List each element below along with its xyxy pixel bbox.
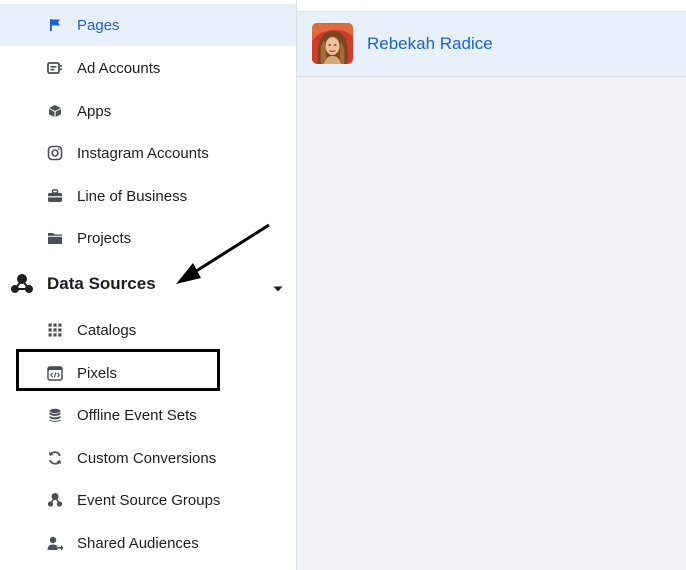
sidebar-item-label: Custom Conversions [77, 449, 217, 467]
data-sources-icon [10, 273, 34, 295]
instagram-icon [46, 144, 64, 162]
sidebar-item-projects[interactable]: Projects [0, 217, 296, 259]
section-label: Data Sources [47, 274, 156, 293]
sidebar-item-pixels[interactable]: Pixels [0, 352, 296, 394]
sidebar-item-instagram-accounts[interactable]: Instagram Accounts [0, 132, 296, 174]
caret-down-icon[interactable] [272, 280, 284, 292]
database-icon [46, 406, 64, 424]
account-name: Rebekah Radice [367, 34, 493, 53]
flag-icon [46, 16, 64, 34]
sidebar-item-offline-event-sets[interactable]: Offline Event Sets [0, 394, 296, 436]
cube-icon [46, 102, 64, 120]
sidebar-item-label: Ad Accounts [77, 59, 161, 77]
sidebar-item-label: Offline Event Sets [77, 406, 197, 424]
sidebar-item-label: Shared Audiences [77, 534, 199, 552]
sidebar-item-label: Instagram Accounts [77, 144, 209, 162]
folder-icon [46, 229, 64, 247]
sidebar-item-line-of-business[interactable]: Line of Business [0, 175, 296, 217]
sidebar-item-label: Line of Business [77, 187, 188, 205]
main-panel: Rebekah Radice [297, 0, 686, 570]
sidebar-item-label: Catalogs [77, 321, 137, 339]
sidebar-item-label: Pixels [77, 364, 118, 382]
sidebar-item-ad-accounts[interactable]: Ad Accounts [0, 47, 296, 89]
sidebar-item-apps[interactable]: Apps [0, 90, 296, 132]
code-window-icon [46, 364, 64, 382]
sidebar-item-pages[interactable]: Pages [0, 4, 296, 46]
briefcase-icon [46, 187, 64, 205]
refresh-icon [46, 449, 64, 467]
sidebar-item-catalogs[interactable]: Catalogs [0, 309, 296, 351]
sidebar-item-label: Projects [77, 229, 132, 247]
user-share-icon [46, 534, 64, 552]
sidebar-item-label: Pages [77, 16, 120, 34]
data-sources-section-header[interactable]: Data Sources [0, 262, 296, 306]
grid-icon [46, 321, 64, 339]
ad-account-icon [46, 59, 64, 77]
avatar [312, 23, 353, 64]
sidebar-item-custom-conversions[interactable]: Custom Conversions [0, 437, 296, 479]
sidebar-item-shared-audiences[interactable]: Shared Audiences [0, 522, 296, 564]
network-icon [46, 491, 64, 509]
sidebar-item-event-source-groups[interactable]: Event Source Groups [0, 479, 296, 521]
sidebar: Pages Ad Accounts Apps Instagram Account… [0, 0, 296, 570]
sidebar-item-label: Event Source Groups [77, 491, 221, 509]
sidebar-item-label: Apps [77, 102, 112, 120]
list-item[interactable]: Rebekah Radice [297, 12, 686, 77]
list-header-strip [297, 0, 686, 12]
